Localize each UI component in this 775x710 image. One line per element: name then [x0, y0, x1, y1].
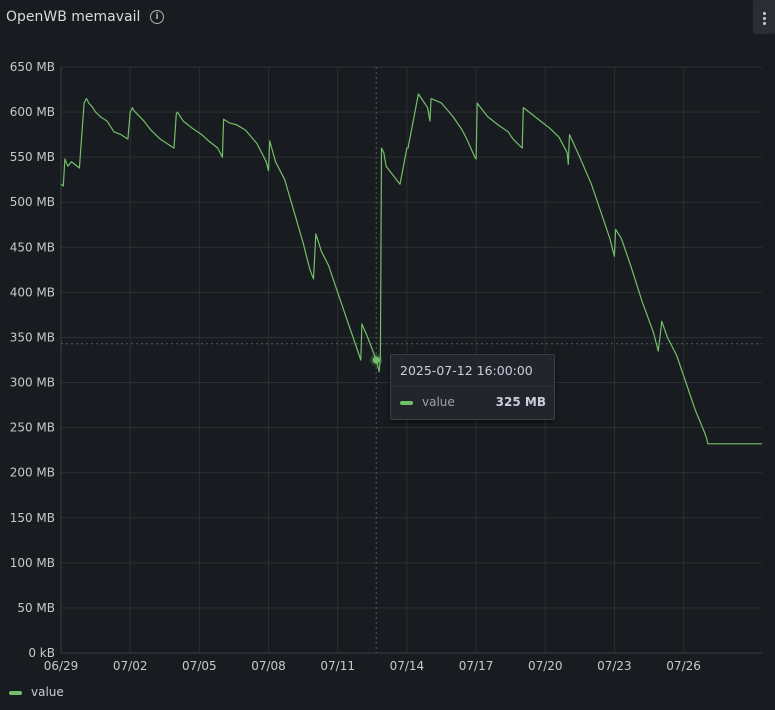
- tooltip-divider: [391, 386, 554, 387]
- x-tick-label: 07/11: [320, 659, 355, 673]
- panel-title: OpenWB memavail: [6, 9, 141, 25]
- tooltip-series-value: 325 MB: [495, 395, 546, 409]
- legend-label[interactable]: value: [31, 685, 64, 699]
- info-icon[interactable]: i: [150, 10, 164, 24]
- x-axis: 06/29 07/02 07/05 07/08 07/11 07/14 07/17 07/20…: [44, 659, 701, 673]
- legend-swatch: [9, 691, 22, 695]
- tooltip-series-swatch: [400, 401, 413, 405]
- chart-plot[interactable]: 0 kB 50 MB 100 MB 150 MB 200 MB 250 MB 300 MB 3…: [0, 40, 775, 680]
- y-tick-label: 250 MB: [10, 421, 55, 435]
- y-axis: 0 kB 50 MB 100 MB 150 MB 200 MB 250 MB 300 MB 3…: [10, 60, 55, 660]
- x-tick-label: 07/26: [666, 659, 701, 673]
- y-tick-label: 100 MB: [10, 556, 55, 570]
- x-tick-label: 07/23: [597, 659, 632, 673]
- panel-menu-button[interactable]: [753, 0, 775, 34]
- y-tick-label: 200 MB: [10, 466, 55, 480]
- hover-point: [372, 356, 380, 364]
- x-tick-label: 06/29: [44, 659, 79, 673]
- tooltip-series-name: value: [422, 395, 455, 409]
- panel: OpenWB memavail i 0 kB 50 MB 100 MB 150 MB 2…: [0, 0, 775, 710]
- x-tick-label: 07/14: [390, 659, 425, 673]
- x-tick-label: 07/08: [251, 659, 286, 673]
- tooltip-time: 2025-07-12 16:00:00: [400, 363, 533, 378]
- y-tick-label: 450 MB: [10, 240, 55, 254]
- hover-tooltip: 2025-07-12 16:00:00 value 325 MB: [390, 354, 555, 420]
- y-tick-label: 50 MB: [17, 601, 55, 615]
- y-tick-label: 600 MB: [10, 105, 55, 119]
- x-tick-label: 07/05: [182, 659, 217, 673]
- y-tick-label: 150 MB: [10, 511, 55, 525]
- y-tick-label: 500 MB: [10, 195, 55, 209]
- x-tick-label: 07/17: [459, 659, 494, 673]
- panel-header: OpenWB memavail i: [0, 0, 775, 36]
- hover-point-layer: [370, 354, 383, 366]
- y-tick-label: 650 MB: [10, 60, 55, 74]
- y-tick-label: 350 MB: [10, 330, 55, 344]
- y-tick-label: 300 MB: [10, 376, 55, 390]
- kebab-menu-icon: [753, 0, 775, 25]
- y-tick-label: 0 kB: [28, 646, 55, 660]
- y-tick-label: 550 MB: [10, 150, 55, 164]
- y-tick-label: 400 MB: [10, 285, 55, 299]
- x-tick-label: 07/20: [528, 659, 563, 673]
- x-tick-label: 07/02: [113, 659, 148, 673]
